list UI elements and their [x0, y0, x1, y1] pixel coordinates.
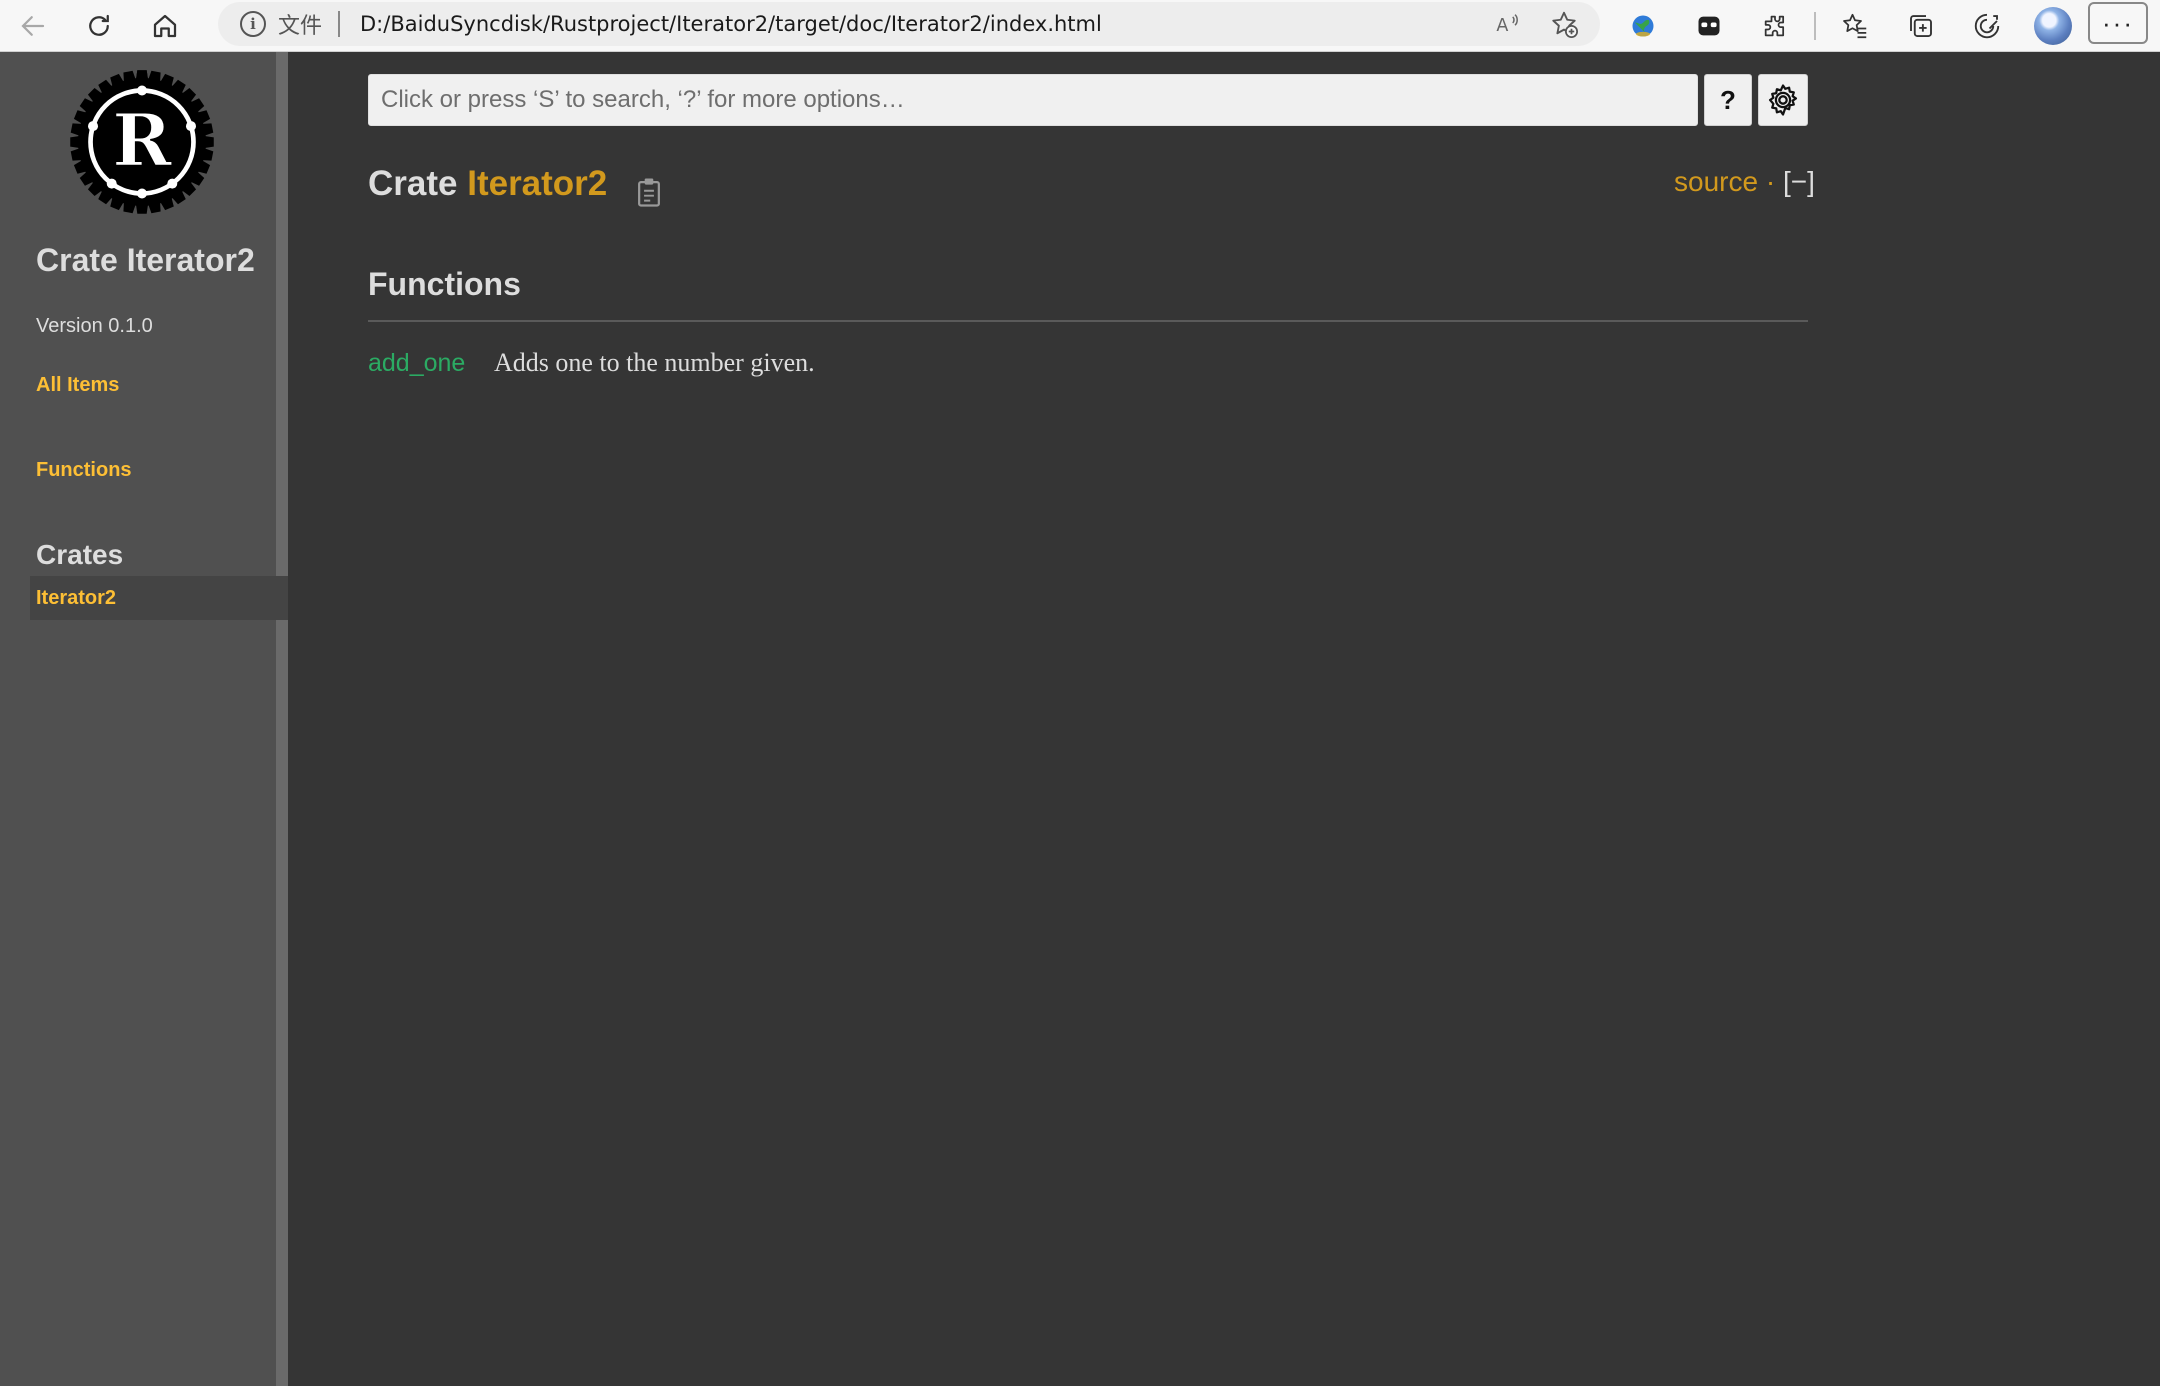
list-item: add_one Adds one to the number given.: [368, 348, 815, 378]
sidebar-item-all-items[interactable]: All Items: [36, 374, 119, 397]
rust-logo-link[interactable]: R: [64, 64, 220, 220]
read-aloud-icon[interactable]: A: [1490, 6, 1526, 42]
functions-section-heading: Functions: [368, 266, 1808, 322]
home-icon: [153, 14, 177, 37]
refresh-icon: [89, 14, 109, 36]
sidebar-item-functions[interactable]: Functions: [36, 459, 132, 482]
rust-logo-icon: R: [70, 70, 214, 214]
toolbar-divider: [1814, 12, 1816, 40]
refresh-button[interactable]: [66, 0, 132, 52]
source-link[interactable]: source: [1674, 166, 1758, 197]
copy-path-icon: [638, 178, 660, 207]
browser-extensions: [1610, 0, 2086, 52]
function-link-add-one[interactable]: add_one: [368, 349, 494, 378]
settings-button[interactable]: [1758, 74, 1808, 126]
svg-text:A: A: [1496, 16, 1508, 36]
home-button[interactable]: [132, 0, 198, 52]
avatar: [2034, 7, 2072, 45]
svg-text:R: R: [112, 98, 173, 182]
copy-path-button[interactable]: [634, 176, 664, 208]
extension-globe-icon[interactable]: [1610, 0, 1676, 52]
extensions-puzzle-icon[interactable]: [1742, 0, 1808, 52]
favorites-icon[interactable]: [1822, 0, 1888, 52]
out-of-band-separator: ·: [1765, 166, 1776, 197]
main-content: ? Crate Iterator2 source · [−] Functions…: [300, 52, 2160, 1386]
function-description: Adds one to the number given.: [494, 348, 815, 377]
address-actions: A: [1490, 2, 1582, 46]
address-url[interactable]: D:/BaiduSyncdisk/Rustproject/Iterator2/t…: [360, 12, 1102, 36]
out-of-band-links: source · [−]: [1674, 166, 1815, 198]
back-button[interactable]: [0, 0, 66, 52]
sidebar: R Crate Iterator2 Version 0.1.0 All Item…: [0, 52, 288, 1386]
sidebar-item-current-crate[interactable]: Iterator2: [30, 576, 288, 620]
collapse-all-toggle[interactable]: [−]: [1783, 166, 1815, 197]
help-button[interactable]: ?: [1704, 74, 1752, 126]
page-title-prefix: Crate: [368, 164, 458, 203]
collections-icon[interactable]: [1888, 0, 1954, 52]
page-title: Crate Iterator2: [368, 164, 607, 204]
page-title-crate-link[interactable]: Iterator2: [467, 164, 607, 203]
performance-icon[interactable]: [1954, 0, 2020, 52]
extension-mask-icon[interactable]: [1676, 0, 1742, 52]
sidebar-crates-heading: Crates: [36, 539, 124, 570]
browser-menu-button[interactable]: ···: [2088, 2, 2148, 44]
search-input[interactable]: [368, 74, 1698, 126]
sidebar-version: Version 0.1.0: [36, 315, 153, 337]
profile-button[interactable]: [2020, 0, 2086, 52]
favorite-add-icon[interactable]: [1546, 6, 1582, 42]
back-icon: [21, 15, 45, 36]
address-scheme: 文件: [278, 14, 323, 39]
info-icon[interactable]: i: [240, 11, 266, 37]
browser-toolbar: i 文件 D:/BaiduSyncdisk/Rustproject/Iterat…: [0, 0, 2160, 52]
sidebar-crate-title: Crate Iterator2: [36, 242, 255, 278]
address-divider: [338, 11, 341, 37]
gear-icon: [1768, 84, 1798, 116]
address-bar[interactable]: i 文件 D:/BaiduSyncdisk/Rustproject/Iterat…: [218, 2, 1600, 46]
